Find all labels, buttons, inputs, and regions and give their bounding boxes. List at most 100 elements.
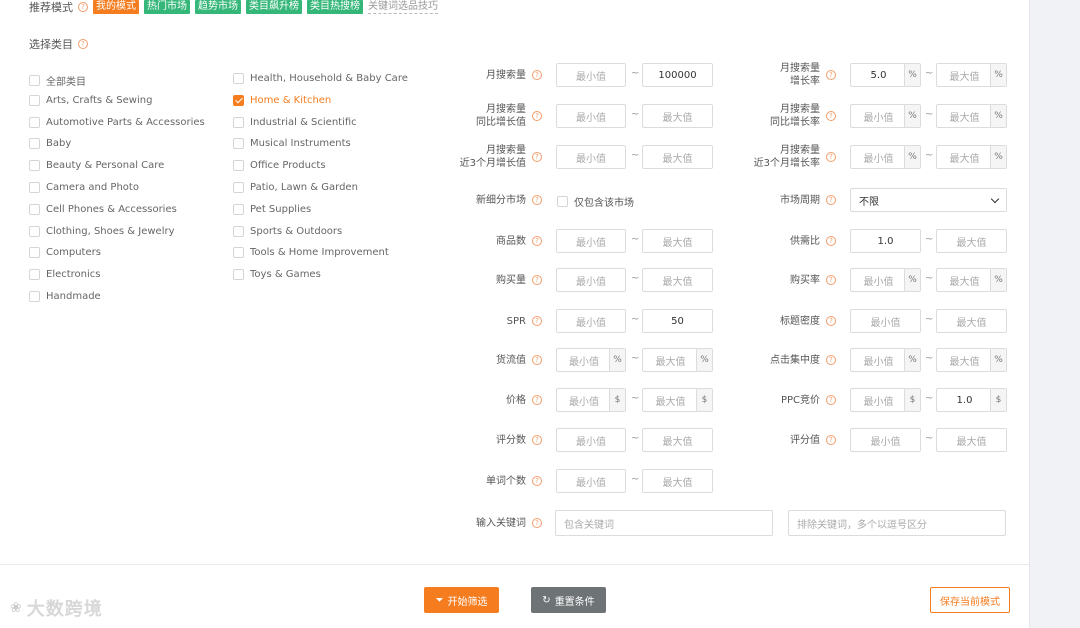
category-item[interactable]: 全部类目 — [29, 73, 86, 88]
min-input[interactable]: 最小值% — [850, 348, 921, 372]
min-input[interactable]: 最小值 — [850, 309, 921, 333]
category-item[interactable]: Tools & Home Improvement — [233, 247, 389, 259]
checkbox[interactable] — [557, 196, 568, 207]
reset-button[interactable]: ↻ 重置条件 — [531, 587, 606, 613]
min-input[interactable]: 最小值 $ — [850, 388, 921, 412]
category-item[interactable]: Handmade — [29, 291, 101, 302]
category-checkbox[interactable] — [29, 269, 40, 281]
category-item[interactable]: Baby — [29, 138, 71, 150]
category-checkbox[interactable] — [233, 203, 244, 215]
help-icon[interactable]: ? — [826, 70, 836, 80]
help-icon[interactable]: ? — [532, 395, 542, 405]
category-checkbox[interactable] — [29, 116, 40, 128]
min-input[interactable]: 最小值 — [556, 309, 626, 333]
category-item[interactable]: Beauty & Personal Care — [29, 160, 164, 172]
start-filter-button[interactable]: ⏷ 开始筛选 — [424, 587, 499, 613]
help-icon[interactable]: ? — [532, 111, 542, 121]
category-checkbox[interactable] — [29, 225, 40, 237]
include-keyword-input[interactable]: 包含关键词 — [555, 510, 773, 536]
category-checkbox[interactable] — [29, 182, 40, 193]
help-icon[interactable]: ? — [826, 111, 836, 121]
help-icon[interactable]: ? — [532, 316, 542, 326]
help-icon[interactable]: ? — [78, 39, 88, 49]
help-icon[interactable]: ? — [532, 435, 542, 445]
category-checkbox[interactable] — [233, 94, 244, 106]
max-input[interactable]: 最大值 — [642, 268, 713, 292]
tag-category-hot-search[interactable]: 类目热搜榜 — [307, 0, 363, 14]
category-checkbox[interactable] — [29, 291, 40, 302]
max-input[interactable]: 1.0 $ — [936, 388, 1007, 412]
max-input[interactable]: 最大值% — [936, 268, 1007, 292]
category-checkbox[interactable] — [233, 73, 244, 84]
max-input[interactable]: 最大值% — [936, 63, 1007, 87]
max-input[interactable]: 最大值% — [936, 104, 1007, 128]
category-item[interactable]: Health, Household & Baby Care — [233, 73, 408, 84]
help-icon[interactable]: ? — [826, 435, 836, 445]
min-input[interactable]: 最小值% — [556, 348, 626, 372]
help-icon[interactable]: ? — [532, 275, 542, 285]
help-icon[interactable]: ? — [826, 316, 836, 326]
tag-hot-market[interactable]: 热门市场 — [144, 0, 190, 14]
max-input[interactable]: 50 — [642, 309, 713, 333]
help-icon[interactable]: ? — [532, 518, 542, 528]
help-icon[interactable]: ? — [826, 236, 836, 246]
category-checkbox[interactable] — [29, 75, 40, 86]
help-icon[interactable]: ? — [532, 236, 542, 246]
market-cycle-select[interactable]: 不限 — [850, 188, 1007, 212]
new-market-checkbox[interactable]: 仅包含该市场 — [557, 194, 634, 209]
max-input[interactable]: 最大值 $ — [642, 388, 713, 412]
category-item[interactable]: Industrial & Scientific — [233, 116, 357, 128]
help-icon[interactable]: ? — [826, 395, 836, 405]
category-item[interactable]: Sports & Outdoors — [233, 225, 342, 237]
help-icon[interactable]: ? — [826, 275, 836, 285]
max-input[interactable]: 最大值 — [642, 104, 713, 128]
keyword-tips-link[interactable]: 关键词选品技巧 — [368, 1, 438, 14]
max-input[interactable]: 最大值% — [936, 348, 1007, 372]
max-input[interactable]: 最大值 — [642, 229, 713, 253]
min-input[interactable]: 1.0 — [850, 229, 921, 253]
category-item[interactable]: Patio, Lawn & Garden — [233, 182, 358, 193]
min-input[interactable]: 最小值% — [850, 145, 921, 169]
help-icon[interactable]: ? — [532, 476, 542, 486]
category-item[interactable]: Home & Kitchen — [233, 94, 331, 106]
tag-my-mode[interactable]: 我的模式 — [93, 0, 139, 14]
category-checkbox[interactable] — [29, 203, 40, 215]
help-icon[interactable]: ? — [532, 355, 542, 365]
category-item[interactable]: Pet Supplies — [233, 203, 311, 215]
min-input[interactable]: 最小值 $ — [556, 388, 626, 412]
min-input[interactable]: 最小值% — [850, 104, 921, 128]
save-mode-button[interactable]: 保存当前模式 — [930, 587, 1010, 613]
category-item[interactable]: Office Products — [233, 160, 326, 172]
tag-trend-market[interactable]: 趋势市场 — [195, 0, 241, 14]
help-icon[interactable]: ? — [532, 70, 542, 80]
max-input[interactable]: 最大值 — [936, 309, 1007, 333]
exclude-keyword-input[interactable]: 排除关键词，多个以逗号区分 — [788, 510, 1006, 536]
min-input[interactable]: 最小值 — [556, 469, 626, 493]
category-checkbox[interactable] — [233, 225, 244, 237]
max-input[interactable]: 最大值% — [936, 145, 1007, 169]
max-input[interactable]: 最大值 — [936, 428, 1007, 452]
min-input[interactable]: 最小值 — [556, 428, 626, 452]
help-icon[interactable]: ? — [826, 195, 836, 205]
category-checkbox[interactable] — [233, 138, 244, 150]
category-checkbox[interactable] — [233, 160, 244, 172]
category-checkbox[interactable] — [29, 247, 40, 259]
help-icon[interactable]: ? — [826, 152, 836, 162]
category-item[interactable]: Toys & Games — [233, 269, 321, 281]
max-input[interactable]: 最大值% — [642, 348, 713, 372]
category-checkbox[interactable] — [29, 160, 40, 172]
help-icon[interactable]: ? — [826, 355, 836, 365]
category-checkbox[interactable] — [29, 94, 40, 106]
min-input[interactable]: 5.0% — [850, 63, 921, 87]
help-icon[interactable]: ? — [532, 152, 542, 162]
help-icon[interactable]: ? — [532, 195, 542, 205]
min-input[interactable]: 最小值 — [556, 268, 626, 292]
category-item[interactable]: Clothing, Shoes & Jewelry — [29, 225, 175, 237]
min-input[interactable]: 最小值 — [556, 145, 626, 169]
category-checkbox[interactable] — [29, 138, 40, 150]
category-checkbox[interactable] — [233, 116, 244, 128]
category-item[interactable]: Computers — [29, 247, 101, 259]
max-input[interactable]: 最大值 — [936, 229, 1007, 253]
min-input[interactable]: 最小值 — [850, 428, 921, 452]
help-icon[interactable]: ? — [78, 2, 88, 12]
